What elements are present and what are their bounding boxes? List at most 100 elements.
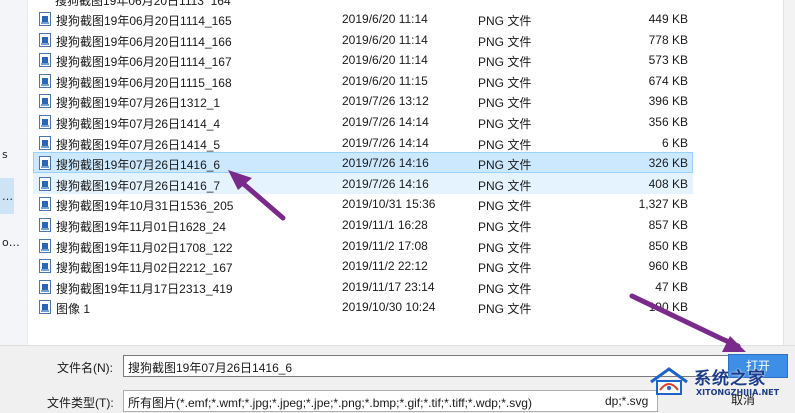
- file-name: 搜狗截图19年11月17日2313_419: [56, 281, 233, 296]
- file-list[interactable]: 搜狗截图19年06月20日1113_164 搜狗截图19年06月20日1114_…: [33, 0, 693, 345]
- file-type: PNG 文件: [478, 34, 532, 49]
- table-row[interactable]: 搜狗截图19年11月17日2313_419 2019/11/17 23:14 PNG…: [33, 276, 693, 297]
- file-type: PNG 文件: [478, 302, 532, 317]
- file-type: PNG 文件: [478, 158, 532, 173]
- file-name: 搜狗截图19年07月26日1312_1: [56, 96, 221, 111]
- png-file-icon: [39, 300, 51, 315]
- file-size: 356 KB: [648, 115, 688, 129]
- filename-input[interactable]: 搜狗截图19年07月26日1416_6: [123, 355, 735, 377]
- png-file-icon: [39, 53, 51, 68]
- table-row[interactable]: 搜狗截图19年11月01日1628_24 2019/11/1 16:28 PNG 文…: [33, 214, 693, 235]
- table-row[interactable]: 搜狗截图19年07月26日1312_1 2019/7/26 13:12 PNG 文件…: [33, 90, 693, 111]
- file-name: 搜狗截图19年06月20日1114_165: [56, 14, 232, 28]
- file-size: 326 KB: [648, 156, 688, 171]
- file-name: 搜狗截图19年11月02日2212_167: [56, 261, 233, 276]
- file-date: 2019/7/26 14:14: [342, 115, 429, 129]
- file-name: 搜狗截图19年06月20日1115_168: [56, 75, 232, 90]
- file-type: PNG 文件: [478, 96, 532, 111]
- nav-item-fragment[interactable]: …: [2, 190, 13, 203]
- file-date: 2019/10/31 15:36: [342, 197, 436, 212]
- file-type: PNG 文件: [478, 261, 532, 276]
- table-row[interactable]: 搜狗截图19年06月20日1114_166 2019/6/20 11:14 PNG …: [33, 29, 693, 50]
- file-type: PNG 文件: [478, 199, 532, 214]
- file-type: PNG 文件: [478, 240, 532, 255]
- png-file-icon: [39, 156, 51, 171]
- watermark: 系统之家 XITONGZHIJIA.NET: [648, 362, 795, 413]
- file-size: 47 KB: [655, 279, 688, 294]
- table-row[interactable]: 搜狗截图19年07月26日1414_5 2019/7/26 14:14 PNG 文件…: [33, 132, 693, 153]
- filetype-label: 文件类型(T):: [47, 396, 114, 410]
- file-date: 2019/6/20 11:15: [342, 73, 428, 88]
- table-row[interactable]: 搜狗截图19年06月20日1115_168 2019/6/20 11:15 PNG …: [33, 70, 693, 91]
- file-type: PNG 文件: [478, 137, 532, 152]
- file-type: PNG 文件: [478, 14, 532, 28]
- filetype-select[interactable]: 所有图片(*.emf;*.wmf;*.jpg;*.jpeg;*.jpe;*.pn…: [123, 390, 658, 412]
- file-type: PNG 文件: [478, 220, 532, 234]
- file-type: PNG 文件: [478, 281, 532, 296]
- nav-item-fragment[interactable]: s: [2, 148, 8, 161]
- file-date: 2019/11/2 22:12: [342, 259, 428, 274]
- png-file-icon: [39, 218, 51, 232]
- file-date: 2019/7/26 14:16: [342, 156, 429, 171]
- file-name: 搜狗截图19年10月31日1536_205: [56, 199, 234, 214]
- png-file-icon: [39, 279, 51, 294]
- file-name: 搜狗截图19年07月26日1414_5: [56, 137, 221, 152]
- table-row[interactable]: 搜狗截图19年07月26日1416_7 2019/7/26 14:16 PNG 文件…: [33, 172, 693, 194]
- file-date: 2019/7/26 14:16: [342, 176, 429, 191]
- file-type: PNG 文件: [478, 55, 532, 70]
- file-date: 2019/11/2 17:08: [342, 238, 428, 253]
- file-name: 搜狗截图19年07月26日1416_6: [56, 158, 221, 173]
- watermark-url: XITONGZHIJIA.NET: [696, 388, 780, 397]
- filename-label: 文件名(N):: [57, 361, 113, 375]
- table-row[interactable]: 搜狗截图19年10月31日1536_205 2019/10/31 15:36 PNG…: [33, 193, 693, 214]
- file-date: 2019/6/20 11:14: [342, 32, 428, 47]
- file-name: 搜狗截图19年07月26日1414_4: [56, 117, 221, 131]
- file-name: 搜狗截图19年06月20日1114_166: [56, 34, 232, 49]
- file-type: PNG 文件: [478, 75, 532, 90]
- file-size: 1,327 KB: [638, 197, 688, 212]
- table-row[interactable]: 图像 1 2019/10/30 10:24 PNG 文件 190 KB: [33, 296, 693, 317]
- file-date: 2019/11/17 23:14: [342, 279, 435, 294]
- table-row[interactable]: 搜狗截图19年07月26日1414_4 2019/7/26 14:14 PNG 文件…: [33, 111, 693, 132]
- table-row[interactable]: 搜狗截图19年11月02日1708_122 2019/11/2 17:08 PNG …: [33, 235, 693, 256]
- png-file-icon: [39, 135, 51, 150]
- table-row[interactable]: 搜狗截图19年11月02日2212_167 2019/11/2 22:12 PNG …: [33, 255, 693, 276]
- file-size: 960 KB: [648, 259, 688, 274]
- file-size: 190 KB: [648, 300, 688, 315]
- nav-item-fragment[interactable]: o…: [2, 236, 20, 249]
- file-size: 573 KB: [648, 53, 688, 68]
- file-date: 2019/6/20 11:14: [342, 53, 428, 68]
- file-name: 搜狗截图19年11月02日1708_122: [56, 240, 233, 255]
- png-file-icon: [39, 259, 51, 274]
- file-date: 2019/6/20 11:14: [342, 12, 428, 26]
- png-file-icon: [39, 12, 51, 26]
- table-row[interactable]: 搜狗截图19年06月20日1114_165 2019/6/20 11:14 PNG …: [33, 8, 693, 29]
- png-file-icon: [39, 73, 51, 88]
- file-name: 搜狗截图19年11月01日1628_24: [56, 220, 226, 234]
- file-size: 674 KB: [648, 73, 688, 88]
- table-row[interactable]: 搜狗截图19年06月20日1114_167 2019/6/20 11:14 PNG …: [33, 49, 693, 70]
- file-size: 396 KB: [648, 94, 688, 109]
- png-file-icon: [39, 197, 51, 212]
- partially-visible-row: 搜狗截图19年06月20日1113_164: [33, 0, 693, 6]
- house-logo-icon: [650, 367, 688, 395]
- png-file-icon: [39, 32, 51, 47]
- navigation-pane[interactable]: s … o…: [0, 0, 28, 345]
- png-file-icon: [39, 238, 51, 253]
- file-size: 408 KB: [648, 176, 688, 191]
- watermark-text: 系统之家: [694, 369, 766, 389]
- file-size: 6 KB: [661, 135, 688, 150]
- png-file-icon: [39, 115, 51, 129]
- file-size: 857 KB: [648, 218, 688, 232]
- file-name: 搜狗截图19年06月20日1114_167: [56, 55, 232, 70]
- file-name: 图像 1: [56, 302, 91, 317]
- file-name: 搜狗截图19年06月20日1113_164: [55, 0, 231, 6]
- file-type: PNG 文件: [478, 178, 532, 193]
- file-date: 2019/7/26 13:12: [342, 94, 429, 109]
- file-type: PNG 文件: [478, 117, 532, 131]
- table-row[interactable]: 搜狗截图19年07月26日1416_6 2019/7/26 14:16 PNG 文件…: [33, 152, 693, 174]
- file-date: 2019/7/26 14:14: [342, 135, 429, 150]
- file-date: 2019/10/30 10:24: [342, 300, 436, 315]
- file-name: 搜狗截图19年07月26日1416_7: [56, 178, 221, 193]
- scrollbar[interactable]: [783, 0, 795, 345]
